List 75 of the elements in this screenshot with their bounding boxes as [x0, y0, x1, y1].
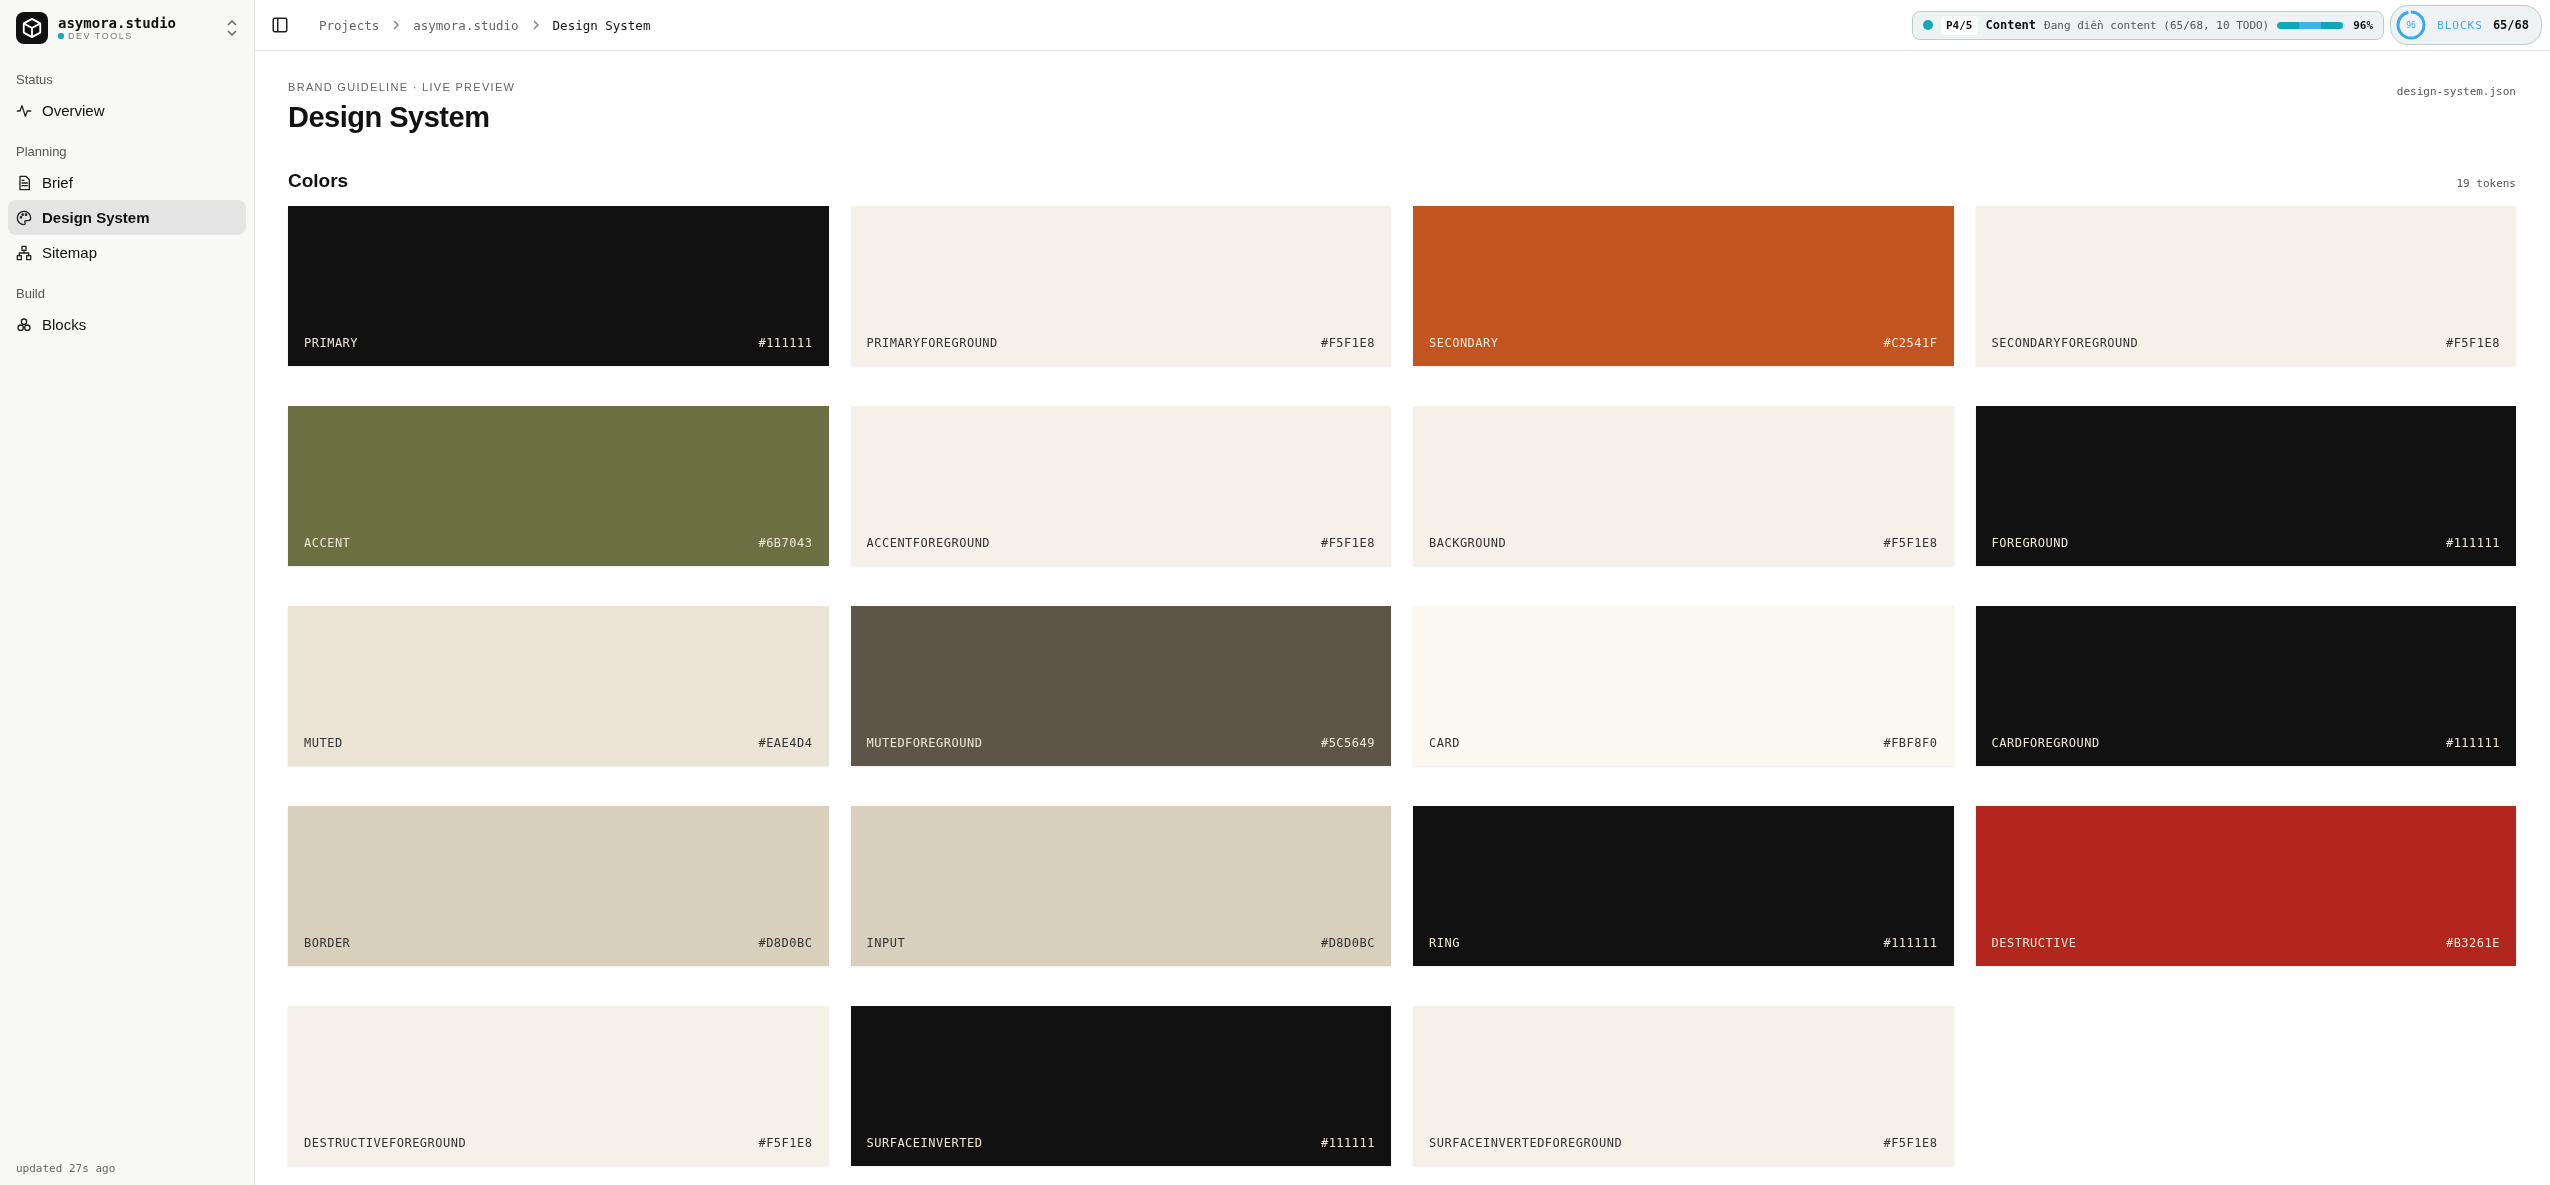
token-name: MUTEDFOREGROUND [866, 736, 983, 750]
pulse-icon [16, 102, 32, 119]
token-hex: #111111 [2445, 536, 2500, 550]
nav-item[interactable]: Overview [8, 93, 246, 128]
section-title: Planning [15, 143, 68, 161]
blocks-icon [16, 316, 32, 333]
token-name: DESTRUCTIVEFOREGROUND [304, 1136, 467, 1150]
phase-detail: Đang điền content (65/68, 10 TODO) [2044, 18, 2270, 32]
phase-title: Content [1985, 18, 2037, 32]
chevrons-icon[interactable] [226, 19, 238, 37]
nav-item[interactable]: Brief [8, 165, 246, 200]
token-name: INPUT [866, 936, 906, 950]
token-name: RING [1429, 936, 1460, 950]
token-hex: #D8D0BC [1320, 936, 1375, 950]
token-name: DESTRUCTIVE [1991, 936, 2077, 950]
token-hex: #C2541F [1883, 336, 1938, 350]
token-name: CARD [1429, 736, 1460, 750]
section-heading: Colors [288, 170, 349, 192]
token-hex: #111111 [1883, 936, 1938, 950]
update-status: updated 27s ago [15, 1162, 117, 1177]
token-hex: #FBF8F0 [1883, 736, 1938, 750]
phase-step: P4/5 [1941, 15, 1978, 35]
token-name: PRIMARYFOREGROUND [866, 336, 998, 350]
blocks-count: 65/68 [2492, 18, 2529, 32]
token-hex: #111111 [2445, 736, 2500, 750]
chevron-right-icon [530, 19, 541, 31]
token-name: SURFACEINVERTEDFOREGROUND [1429, 1136, 1623, 1150]
token-count: 19 tokens [2456, 177, 2516, 190]
breadcrumb-link[interactable]: asymora.studio [413, 17, 519, 33]
token-hex: #D8D0BC [758, 936, 813, 950]
chevron-right-icon [391, 19, 402, 31]
progress-percent: 96% [2353, 18, 2374, 32]
token-hex: #F5F1E8 [1883, 1136, 1938, 1150]
file-name: design-system.json [2396, 85, 2516, 98]
token-name: MUTED [304, 736, 343, 750]
status-dot-icon [1923, 20, 1933, 30]
nav-item[interactable]: Sitemap [8, 235, 246, 270]
token-name: BORDER [304, 936, 351, 950]
token-hex: #F5F1E8 [1320, 336, 1375, 350]
breadcrumb-link[interactable]: Design System [552, 17, 651, 33]
token-hex: #6B7043 [758, 536, 813, 550]
token-hex: #F5F1E8 [2445, 336, 2500, 350]
token-hex: #F5F1E8 [758, 1136, 813, 1150]
token-hex: #111111 [1320, 1136, 1375, 1150]
token-hex: #5C5649 [1320, 736, 1375, 750]
page-eyebrow: BRAND GUIDELINE · LIVE PREVIEW [288, 81, 516, 93]
workspace-name: asymora.studio [58, 15, 177, 31]
token-hex: #111111 [758, 336, 813, 350]
token-hex: #F5F1E8 [1883, 536, 1938, 550]
token-hex: #B3261E [2445, 936, 2500, 950]
page-title: Design System [288, 101, 491, 134]
token-name: SURFACEINVERTED [866, 1136, 983, 1150]
workspace-subtitle: DEV TOOLS [68, 31, 133, 41]
cube-logo-icon [16, 12, 48, 44]
blocks-label: BLOCKS [2437, 18, 2483, 32]
section-title: Build [15, 285, 46, 303]
ring-label: 96 [2405, 19, 2417, 32]
token-hex: #EAE4D4 [758, 736, 813, 750]
token-hex: #F5F1E8 [1320, 536, 1375, 550]
token-name: SECONDARY [1429, 336, 1499, 350]
palette-icon [16, 209, 32, 226]
breadcrumb-link[interactable]: Projects [319, 17, 380, 33]
token-name: ACCENTFOREGROUND [866, 536, 991, 550]
sidebar-toggle-icon[interactable] [271, 16, 289, 34]
token-name: ACCENT [304, 536, 351, 550]
token-name: CARDFOREGROUND [1991, 736, 2100, 750]
token-name: BACKGROUND [1429, 536, 1507, 550]
token-name: FOREGROUND [1991, 536, 2069, 550]
section-title: Status [15, 71, 54, 89]
nav-item[interactable]: Blocks [8, 307, 246, 342]
document-icon [16, 174, 32, 191]
nav-item[interactable]: Design System [8, 200, 246, 235]
hierarchy-icon [16, 244, 32, 261]
token-name: PRIMARY [304, 336, 359, 350]
token-name: SECONDARYFOREGROUND [1991, 336, 2139, 350]
